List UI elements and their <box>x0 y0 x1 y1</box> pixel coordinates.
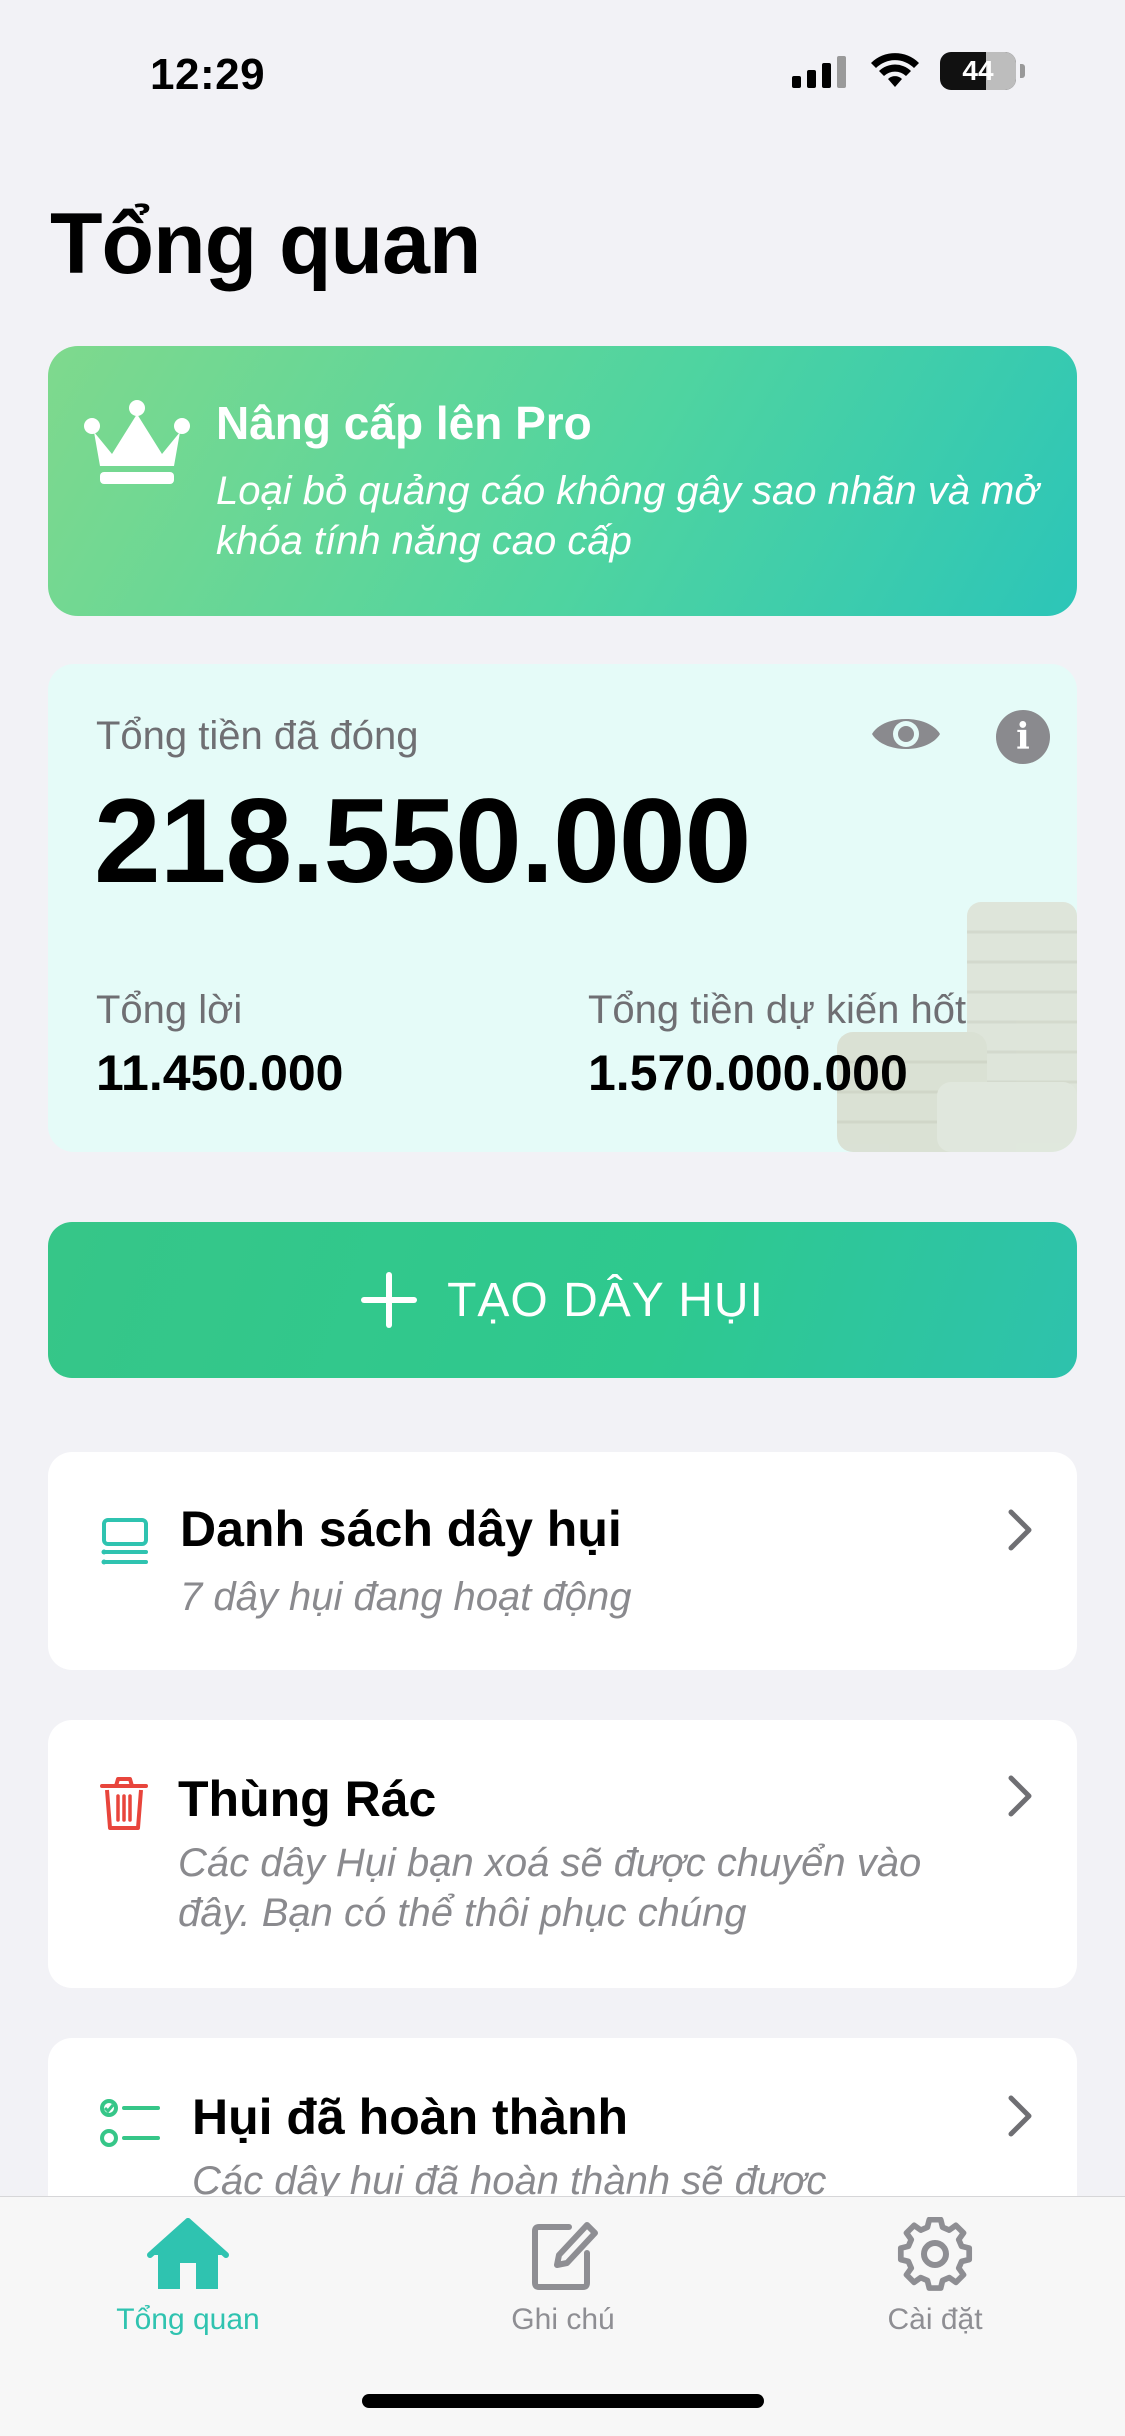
info-icon[interactable]: i <box>996 710 1050 764</box>
note-edit-icon <box>532 2222 598 2290</box>
gear-icon <box>897 2217 973 2291</box>
summary-card: Tổng tiền đã đóng 218.550.000 i Tổng lời… <box>48 664 1077 1152</box>
trash-subtitle: Các dây Hụi bạn xoá sẽ được chuyển vào đ… <box>178 1841 922 1935</box>
expected-total-label: Tổng tiền dự kiến hốt <box>588 988 967 1032</box>
battery-level: 44 <box>962 55 994 86</box>
tab-notes-label: Ghi chú <box>511 2303 615 2336</box>
status-bar: 12:29 44 <box>0 0 1125 140</box>
plus-icon <box>361 1272 418 1328</box>
group-list-title: Danh sách dây hụi <box>180 1501 622 1557</box>
total-paid-label: Tổng tiền đã đóng <box>96 714 419 758</box>
pro-banner-title: Nâng cấp lên Pro <box>216 397 592 449</box>
create-group-button[interactable]: TẠO DÂY HỤI <box>48 1222 1077 1378</box>
create-group-label: TẠO DÂY HỤI <box>447 1273 764 1327</box>
tab-notes[interactable]: Ghi chú <box>443 2217 683 2337</box>
tab-settings[interactable]: Cài đặt <box>815 2217 1055 2337</box>
status-time: 12:29 <box>150 50 266 99</box>
status-icons: 44 <box>792 52 1025 90</box>
cellular-signal-icon <box>792 54 850 88</box>
home-icon <box>147 2218 229 2289</box>
battery-icon: 44 <box>940 52 1016 90</box>
eye-icon[interactable] <box>870 708 942 760</box>
wifi-icon <box>871 53 919 87</box>
profit-label: Tổng lời <box>96 988 243 1032</box>
trash-icon <box>100 1777 148 1830</box>
chevron-right-icon <box>1008 2095 1032 2137</box>
crown-icon <box>84 400 190 484</box>
chevron-right-icon <box>1008 1775 1032 1817</box>
list-icon <box>101 1518 148 1565</box>
page-title: Tổng quan <box>50 196 481 292</box>
completed-groups-title: Hụi đã hoàn thành <box>192 2089 629 2145</box>
trash-card[interactable]: Thùng Rác Các dây Hụi bạn xoá sẽ được ch… <box>48 1720 1077 1988</box>
checklist-icon <box>100 2099 160 2147</box>
pro-banner-subtitle: Loại bỏ quảng cáo không gây sao nhãn và … <box>216 469 1039 563</box>
tab-overview[interactable]: Tổng quan <box>68 2217 308 2337</box>
trash-title: Thùng Rác <box>178 1771 437 1827</box>
profit-value: 11.450.000 <box>96 1045 344 1101</box>
tab-overview-label: Tổng quan <box>116 2303 260 2336</box>
upgrade-pro-banner[interactable]: Nâng cấp lên Pro Loại bỏ quảng cáo không… <box>48 346 1077 616</box>
total-paid-value: 218.550.000 <box>94 774 751 908</box>
home-indicator <box>362 2394 764 2408</box>
chevron-right-icon <box>1008 1509 1032 1551</box>
group-list-subtitle: 7 dây hụi đang hoạt động <box>180 1575 632 1619</box>
expected-total-value: 1.570.000.000 <box>588 1045 908 1101</box>
tab-settings-label: Cài đặt <box>887 2303 983 2336</box>
group-list-card[interactable]: Danh sách dây hụi 7 dây hụi đang hoạt độ… <box>48 1452 1077 1670</box>
